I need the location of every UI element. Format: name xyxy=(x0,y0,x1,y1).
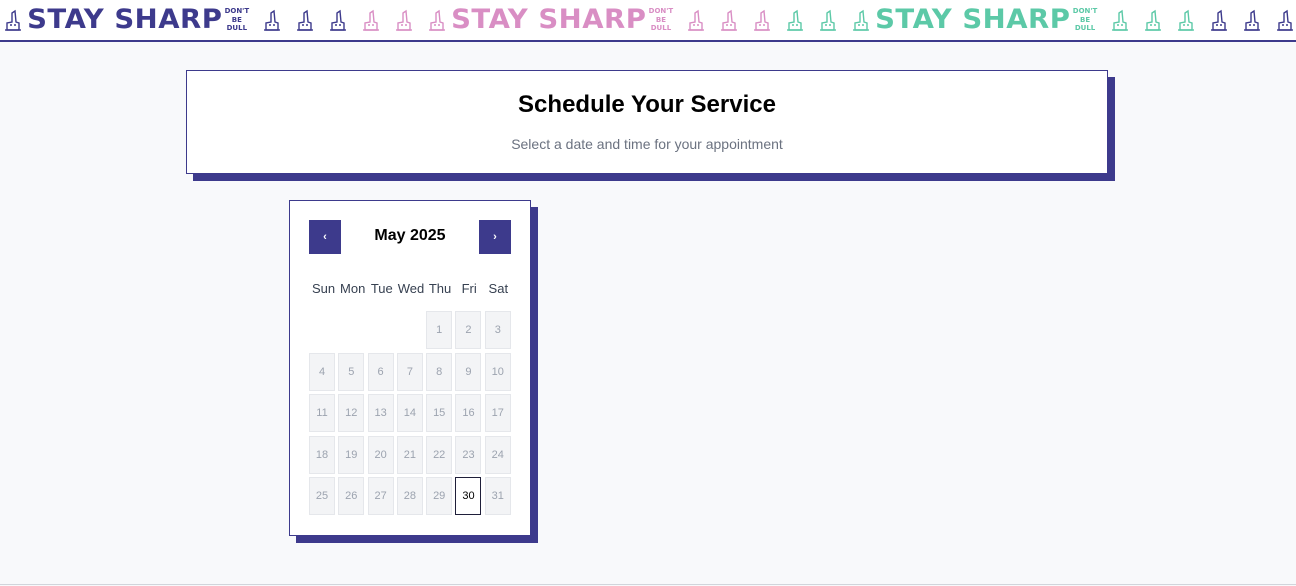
schedule-header-card: Schedule Your Service Select a date and … xyxy=(186,70,1108,174)
calendar-card: ‹ May 2025 › Sun Mon Tue Wed Thu Fri Sat 12345… xyxy=(289,200,531,536)
calendar-day-disabled: 3 xyxy=(484,311,511,349)
calendar-day-disabled: 5 xyxy=(338,352,365,391)
knife-mascot-icon xyxy=(427,9,447,31)
calendar-day-disabled: 4 xyxy=(309,352,335,391)
calendar-day-disabled: 7 xyxy=(396,352,423,391)
tagline-line: BE xyxy=(1079,15,1091,24)
weekday-label: Fri xyxy=(461,281,477,296)
calendar-day-disabled: 18 xyxy=(309,435,335,474)
calendar-day-disabled: 26 xyxy=(338,477,365,515)
calendar-day-disabled: 31 xyxy=(484,477,511,515)
tagline-line: BE xyxy=(655,15,666,24)
knife-mascot-icon xyxy=(1242,9,1262,31)
brand-logo: STAY SHARP DON'T BE DULL xyxy=(27,0,255,40)
tagline-line: DULL xyxy=(1074,24,1096,33)
weekday-label: Wed xyxy=(397,281,425,296)
calendar-day-disabled: 15 xyxy=(426,394,453,432)
banner-track: STAY SHARP DON'T BE DULL STAY SHARP DON'T BE DU… xyxy=(0,0,1296,40)
weekday-label: Tue xyxy=(370,281,393,296)
calendar-day-disabled: 28 xyxy=(396,477,423,515)
knife-mascot-icon xyxy=(295,9,315,31)
brand-tagline: DON'T BE DULL xyxy=(649,7,674,33)
calendar-blank-cell xyxy=(338,311,364,349)
tagline-line: DON'T xyxy=(1072,7,1098,16)
knife-mascot-icon xyxy=(752,9,772,31)
weekday-label: Sun xyxy=(311,281,336,296)
calendar-weekday-header: Sun Mon Tue Wed Thu Fri Sat xyxy=(309,281,513,296)
calendar-day-disabled: 16 xyxy=(455,394,482,432)
calendar-day-grid: 1 2 3 4 5 6 7 8 9 10 11 12 13 14 15 16 17 18 19 20 21 22 23 24 2… xyxy=(309,311,513,515)
knife-mascot-icon xyxy=(818,9,838,31)
knife-mascot-icon xyxy=(361,9,381,31)
previous-month-button[interactable]: ‹ xyxy=(309,220,341,254)
page-subtitle: Select a date and time for your appointm… xyxy=(511,136,783,152)
calendar-day-disabled: 17 xyxy=(484,394,511,432)
footer-divider xyxy=(0,584,1296,585)
calendar-day-disabled: 19 xyxy=(338,435,365,474)
brand-logo: STAY SHARP DON'T BE DULL xyxy=(451,0,679,40)
knife-mascot-icon xyxy=(328,9,348,31)
tagline-line: BE xyxy=(231,15,242,24)
brand-wordmark: STAY SHARP xyxy=(451,4,647,35)
knife-mascot-icon xyxy=(1110,9,1130,31)
calendar-day-disabled: 12 xyxy=(338,394,365,432)
brand-wordmark: STAY SHARP xyxy=(27,4,223,35)
calendar-blank-cell xyxy=(397,311,423,349)
calendar-day-disabled: 10 xyxy=(484,352,511,391)
knife-mascot-icon xyxy=(394,9,414,31)
tagline-line: DON'T xyxy=(224,7,250,16)
brand-tagline: DON'T BE DULL xyxy=(1073,7,1098,33)
brand-tagline: DON'T BE DULL xyxy=(225,7,250,33)
calendar-blank-cell xyxy=(309,311,335,349)
brand-banner: STAY SHARP DON'T BE DULL STAY SHARP DON'T BE DU… xyxy=(0,0,1296,42)
calendar-day-available[interactable]: 30 xyxy=(455,477,482,515)
weekday-label: Thu xyxy=(428,281,452,296)
calendar-day-disabled: 9 xyxy=(455,352,482,391)
calendar-blank-cell xyxy=(368,311,394,349)
knife-mascot-icon xyxy=(686,9,706,31)
knife-mascot-icon xyxy=(1143,9,1163,31)
calendar-day-disabled: 25 xyxy=(309,477,335,515)
calendar-day-disabled: 23 xyxy=(455,435,482,474)
calendar-month-title: May 2025 xyxy=(374,227,446,244)
calendar-day-disabled: 13 xyxy=(367,394,394,432)
knife-mascot-icon xyxy=(262,9,282,31)
calendar-day-disabled: 27 xyxy=(367,477,394,515)
knife-mascot-icon xyxy=(3,9,23,31)
page-title: Schedule Your Service xyxy=(518,91,776,118)
calendar-day-disabled: 24 xyxy=(484,435,511,474)
weekday-label: Mon xyxy=(340,281,366,296)
knife-mascot-icon xyxy=(785,9,805,31)
calendar-day-disabled: 22 xyxy=(426,435,453,474)
tagline-line: DON'T xyxy=(648,7,674,16)
calendar-day-disabled: 20 xyxy=(367,435,394,474)
next-month-button[interactable]: › xyxy=(479,220,511,254)
knife-mascot-icon xyxy=(1209,9,1229,31)
knife-mascot-icon xyxy=(851,9,871,31)
calendar-day-disabled: 2 xyxy=(455,311,482,349)
tagline-line: DULL xyxy=(226,24,248,33)
knife-mascot-icon xyxy=(1275,9,1295,31)
calendar-day-disabled: 29 xyxy=(426,477,453,515)
brand-wordmark: STAY SHARP xyxy=(875,4,1071,35)
weekday-label: Sat xyxy=(488,281,509,296)
calendar-day-disabled: 8 xyxy=(426,352,453,391)
calendar-day-disabled: 14 xyxy=(396,394,423,432)
calendar-day-disabled: 6 xyxy=(367,352,394,391)
calendar-day-disabled: 11 xyxy=(309,394,335,432)
knife-mascot-icon xyxy=(719,9,739,31)
brand-logo: STAY SHARP DON'T BE DULL xyxy=(875,0,1103,40)
knife-mascot-icon xyxy=(1176,9,1196,31)
tagline-line: DULL xyxy=(650,24,672,33)
calendar-day-disabled: 21 xyxy=(396,435,423,474)
calendar-day-disabled: 1 xyxy=(426,311,453,349)
